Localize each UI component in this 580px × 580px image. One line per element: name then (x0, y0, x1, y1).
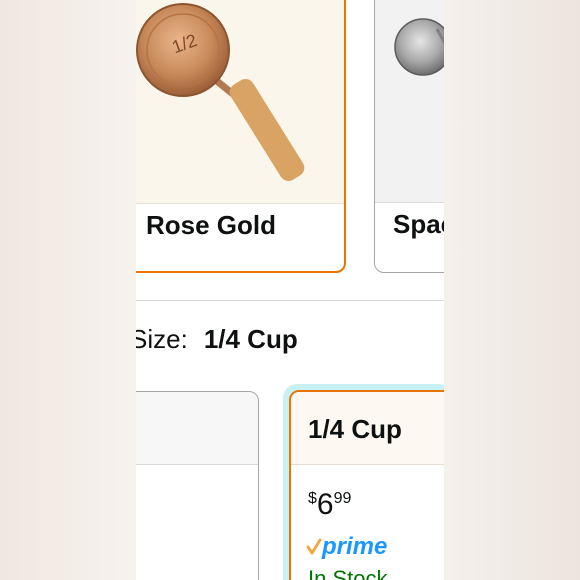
color-option-space[interactable]: Spac (374, 0, 444, 273)
prime-check-icon (306, 538, 322, 555)
color-option-label: Spac (393, 209, 444, 239)
size-selector-heading: Size: 1/4 Cup (136, 324, 298, 355)
space-measuring-cup-image (375, 0, 444, 203)
prime-badge: prime (306, 533, 387, 561)
price-whole: 6 (316, 488, 334, 521)
size-option[interactable] (136, 391, 259, 580)
size-option-title: 1/4 Cup (308, 414, 402, 444)
size-option-header: 1/4 Cup (291, 392, 444, 465)
price-symbol: $ (308, 490, 317, 507)
price-fraction: 99 (333, 490, 352, 507)
size-selected-value: 1/4 Cup (203, 324, 298, 354)
size-option-header (136, 392, 258, 465)
price: $699 (308, 488, 351, 522)
section-divider (136, 300, 444, 301)
background-left (0, 0, 136, 580)
rose-gold-measuring-cup-image: 1/2 (136, 0, 344, 204)
size-label: Size: (136, 324, 188, 354)
color-option-label: Rose Gold (146, 210, 277, 240)
color-option-rose-gold[interactable]: 1/2 Rose Gold (136, 0, 346, 273)
background-right (444, 0, 580, 580)
prime-label: prime (322, 533, 388, 560)
availability: In Stock (308, 566, 388, 580)
size-option-1-4-cup[interactable]: 1/4 Cup $699 prime In Stock (289, 390, 444, 580)
product-variation-panel: 1/2 Rose Gold Spac Size: 1/4 Cup (136, 0, 444, 580)
